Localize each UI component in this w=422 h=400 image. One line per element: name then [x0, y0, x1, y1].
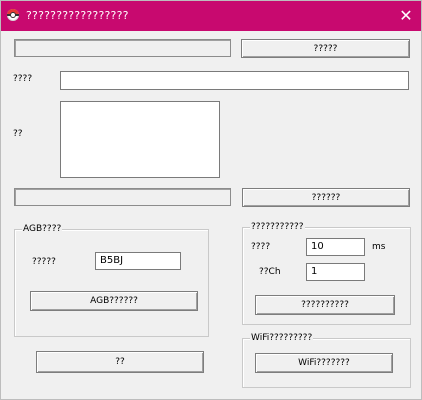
agb-group: AGB???? [14, 224, 209, 337]
interval-label: ???? [251, 242, 271, 252]
interval-input[interactable]: 10 [306, 238, 365, 256]
interval-unit: ms [372, 242, 386, 252]
label-row1: ???? [13, 74, 33, 84]
close-icon[interactable]: ✕ [391, 1, 421, 31]
agb-field-label: ????? [32, 257, 56, 267]
right-group-button[interactable]: ?????????? [255, 295, 395, 315]
agb-code-input[interactable]: B5BJ [95, 252, 181, 270]
channel-label: ??Ch [259, 267, 281, 277]
top-right-button-2[interactable]: ?????? [242, 188, 410, 207]
wifi-group-title: WiFi????????? [250, 333, 314, 343]
channel-input[interactable]: 1 [306, 263, 365, 281]
status-field-1 [14, 39, 231, 57]
textarea-row2[interactable] [60, 101, 220, 178]
window-title: ????????????????? [26, 9, 129, 22]
title-bar: ????????????????? ✕ [1, 1, 421, 31]
status-field-2 [14, 188, 231, 206]
agb-button[interactable]: AGB?????? [30, 291, 198, 311]
text-input-row1[interactable] [60, 71, 409, 90]
right-group-title: ??????????? [250, 222, 305, 232]
app-logo-icon [7, 9, 19, 21]
bottom-button[interactable]: ?? [36, 351, 204, 373]
agb-group-title: AGB???? [22, 224, 63, 234]
label-row2: ?? [13, 129, 23, 139]
wifi-button[interactable]: WiFi??????? [255, 353, 393, 373]
top-right-button-1[interactable]: ????? [241, 39, 410, 58]
app-window: ????????????????? ✕ ????? ???? ?? ??????… [0, 0, 422, 400]
